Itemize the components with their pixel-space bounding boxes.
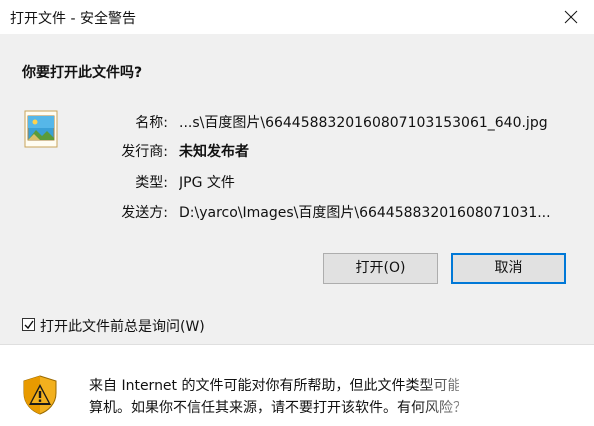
open-button[interactable]: 打开(O) xyxy=(323,253,438,284)
checkmark-icon xyxy=(24,320,34,330)
text-fade-overlay xyxy=(415,373,594,423)
warning-message: 来自 Internet 的文件可能对你有所帮助，但此文件类型可能危害你的计 算机… xyxy=(89,375,459,419)
title-bar: 打开文件 - 安全警告 xyxy=(0,0,594,34)
dialog-question: 你要打开此文件吗? xyxy=(22,65,143,81)
from-value: D:\yarco\Images\百度图片\6644588320160807103… xyxy=(179,205,551,221)
warning-footer: 来自 Internet 的文件可能对你有所帮助，但此文件类型可能危害你的计 算机… xyxy=(0,345,594,426)
publisher-label: 发行商: xyxy=(121,144,168,160)
window-title: 打开文件 - 安全警告 xyxy=(10,11,136,27)
type-value: JPG 文件 xyxy=(179,175,235,191)
always-ask-label[interactable]: 打开此文件前总是询问(W) xyxy=(40,316,205,336)
dialog-body: 你要打开此文件吗? 名称: ...s\百度图片\6644588320160807… xyxy=(0,34,594,344)
name-value: ...s\百度图片\6644588320160807103153061_640.… xyxy=(179,115,548,131)
security-warning-dialog: 打开文件 - 安全警告 你要打开此文件吗? 名称: ...s\百度图片\6644… xyxy=(0,0,594,426)
cancel-button[interactable]: 取消 xyxy=(451,253,566,284)
publisher-value[interactable]: 未知发布者 xyxy=(179,141,249,161)
close-button[interactable] xyxy=(548,0,594,34)
close-icon xyxy=(564,10,578,24)
warning-line-1: 来自 Internet 的文件可能对你有所帮助，但此文件类型可能危害你的计 xyxy=(89,378,459,394)
warning-line-2: 算机。如果你不信任其来源，请不要打开该软件。有何风险？ xyxy=(89,400,459,416)
from-label: 发送方: xyxy=(121,205,168,221)
always-ask-checkbox[interactable] xyxy=(22,318,35,331)
security-shield-warning-icon xyxy=(22,375,58,415)
name-label: 名称: xyxy=(135,115,168,131)
type-label: 类型: xyxy=(135,175,168,191)
